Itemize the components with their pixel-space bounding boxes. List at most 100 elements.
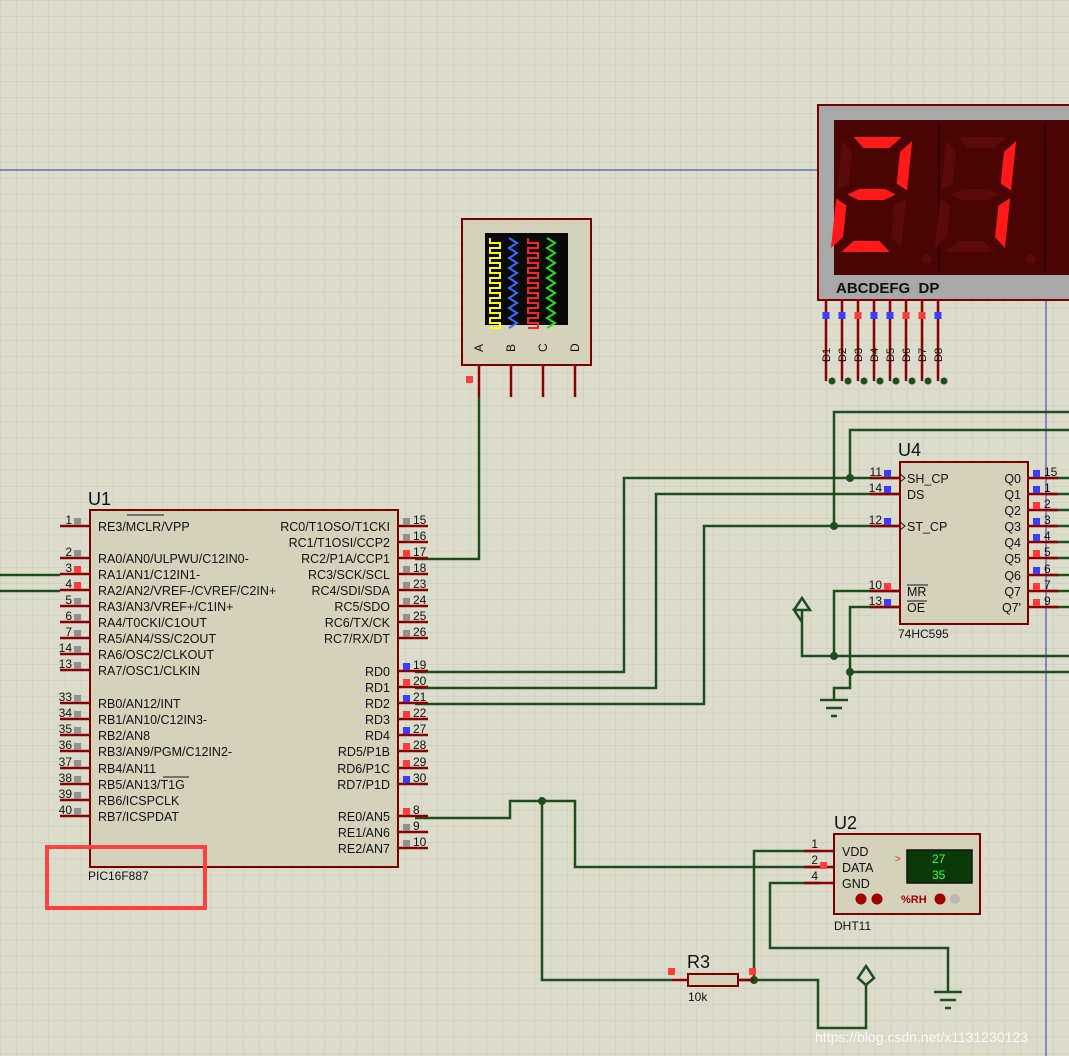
pin-state-indicator (403, 808, 410, 815)
pin-number: 15 (1044, 465, 1058, 479)
junction (876, 377, 884, 385)
pin-label: RE2/AN7 (338, 842, 390, 856)
pin-state-indicator (403, 518, 410, 525)
pin-label: Q3 (1004, 520, 1021, 534)
pin-number: 14 (869, 481, 883, 495)
pin-number: 39 (59, 787, 73, 801)
pin-label: RA7/OSC1/CLKIN (98, 664, 200, 678)
pin-state-indicator (854, 312, 862, 319)
watermark: https://blog.csdn.net/x1131230123 (815, 1029, 1028, 1045)
rh-up-button[interactable] (950, 894, 960, 904)
pin-label: RA2/AN2/VREF-/CVREF/C2IN+ (98, 584, 276, 598)
pin-label: RB3/AN9/PGM/C12IN2- (98, 745, 232, 759)
pin-state-indicator (74, 630, 81, 637)
pin-label: RC6/TX/CK (325, 616, 391, 630)
probe-channel-label: D (568, 343, 582, 352)
pin-number: 9 (1044, 594, 1051, 608)
pin-number: 17 (413, 545, 427, 559)
temp-down-button[interactable] (855, 893, 867, 905)
pin-label: Q4 (1004, 536, 1021, 550)
pin-number: 9 (413, 819, 420, 833)
pin-number: 11 (870, 465, 883, 479)
pin-state-indicator (74, 582, 81, 589)
pin-label: MR (907, 585, 926, 599)
pin-number: 2 (65, 545, 72, 559)
pin-label: ST_CP (907, 520, 947, 534)
schematic-svg: U1 PIC16F887 1 RE3/MCLR/VPP 2 RA0/AN0/ULPWU… (0, 0, 1069, 1056)
dht-arrow: > (895, 854, 901, 865)
pin-label: RB5/AN13/T1G (98, 778, 185, 792)
pin-state-indicator (884, 583, 891, 590)
schematic-canvas[interactable]: U1 PIC16F887 1 RE3/MCLR/VPP 2 RA0/AN0/ULPWU… (0, 0, 1069, 1056)
pin-label: RB7/ICSPDAT (98, 810, 179, 824)
pin-number: 20 (413, 674, 427, 688)
pin-number: 1 (65, 513, 72, 527)
pin-number: 1 (811, 837, 818, 851)
pin-label: RA4/T0CKI/C1OUT (98, 616, 207, 630)
pin-number: 33 (59, 690, 73, 704)
pin-label: RA3/AN3/VREF+/C1IN+ (98, 600, 233, 614)
u4-part: 74HC595 (898, 627, 949, 641)
pin-number: 5 (65, 593, 72, 607)
pin-number: 10 (413, 835, 427, 849)
pin-label: RB4/AN11 (98, 762, 156, 776)
humidity-readout[interactable]: 35 (932, 868, 946, 882)
r3-ref: R3 (687, 952, 710, 972)
pin-label: GND (842, 877, 870, 891)
pin-state-indicator (403, 824, 410, 831)
pin-number: 3 (1044, 513, 1051, 527)
pin-state-indicator (74, 743, 81, 750)
pin-number: 2 (1044, 497, 1051, 511)
pin-label: D8 (933, 348, 945, 362)
pin-state-indicator (403, 727, 410, 734)
pin-state-indicator (884, 518, 891, 525)
pin-state-indicator (918, 312, 926, 319)
pin-state-indicator (1033, 583, 1040, 590)
pin-state-indicator (884, 470, 891, 477)
pin-state-indicator (74, 808, 81, 815)
pin-number: 30 (413, 771, 427, 785)
pin-state-indicator (403, 614, 410, 621)
pin-label: RC3/SCK/SCL (308, 568, 390, 582)
pin-state-indicator (1033, 599, 1040, 606)
pin-label: Q7' (1002, 601, 1021, 615)
pin-number: 13 (59, 657, 73, 671)
r3-pin2-state (749, 968, 756, 975)
junction (940, 377, 948, 385)
rh-down-button[interactable] (934, 893, 946, 905)
pin-label: SH_CP (907, 472, 949, 486)
pin-number: 6 (1044, 562, 1051, 576)
pin-label: RD0 (365, 665, 390, 679)
pin-label: Q7 (1004, 585, 1021, 599)
pin-state-indicator (934, 312, 942, 319)
pin-number: 23 (413, 577, 427, 591)
pin-state-indicator (820, 862, 827, 869)
pin-label: RC0/T1OSO/T1CKI (280, 520, 390, 534)
pin-label: D7 (917, 348, 929, 362)
pin-state-indicator (74, 550, 81, 557)
probe-channel-label: A (472, 344, 486, 352)
temperature-readout[interactable]: 27 (932, 852, 946, 866)
pin-label: RD3 (365, 713, 390, 727)
pin-label: RE3/MCLR/VPP (98, 520, 190, 534)
u1-pic16f887[interactable]: U1 PIC16F887 1 RE3/MCLR/VPP 2 RA0/AN0/ULPWU… (59, 489, 428, 883)
pin-label: VDD (842, 845, 868, 859)
pin-label: RA0/AN0/ULPWU/C12IN0- (98, 552, 249, 566)
pin-label: D2 (837, 348, 849, 362)
pin-state-indicator (403, 743, 410, 750)
pin-number: 18 (413, 561, 427, 575)
pin-number: 37 (59, 755, 73, 769)
pin-label: RD1 (365, 681, 390, 695)
junction (830, 652, 838, 660)
pin-number: 4 (65, 577, 72, 591)
rh-label: %RH (901, 894, 927, 906)
pin-label: D5 (885, 348, 897, 362)
temp-up-button[interactable] (871, 893, 883, 905)
pin-state-indicator (74, 776, 81, 783)
pin-label: Q6 (1004, 569, 1021, 583)
pin-label: RC4/SDI/SDA (312, 584, 391, 598)
pin-state-indicator (74, 695, 81, 702)
pin-state-indicator (403, 840, 410, 847)
pin-label: RB2/AN8 (98, 729, 150, 743)
pin-number: 21 (413, 690, 427, 704)
